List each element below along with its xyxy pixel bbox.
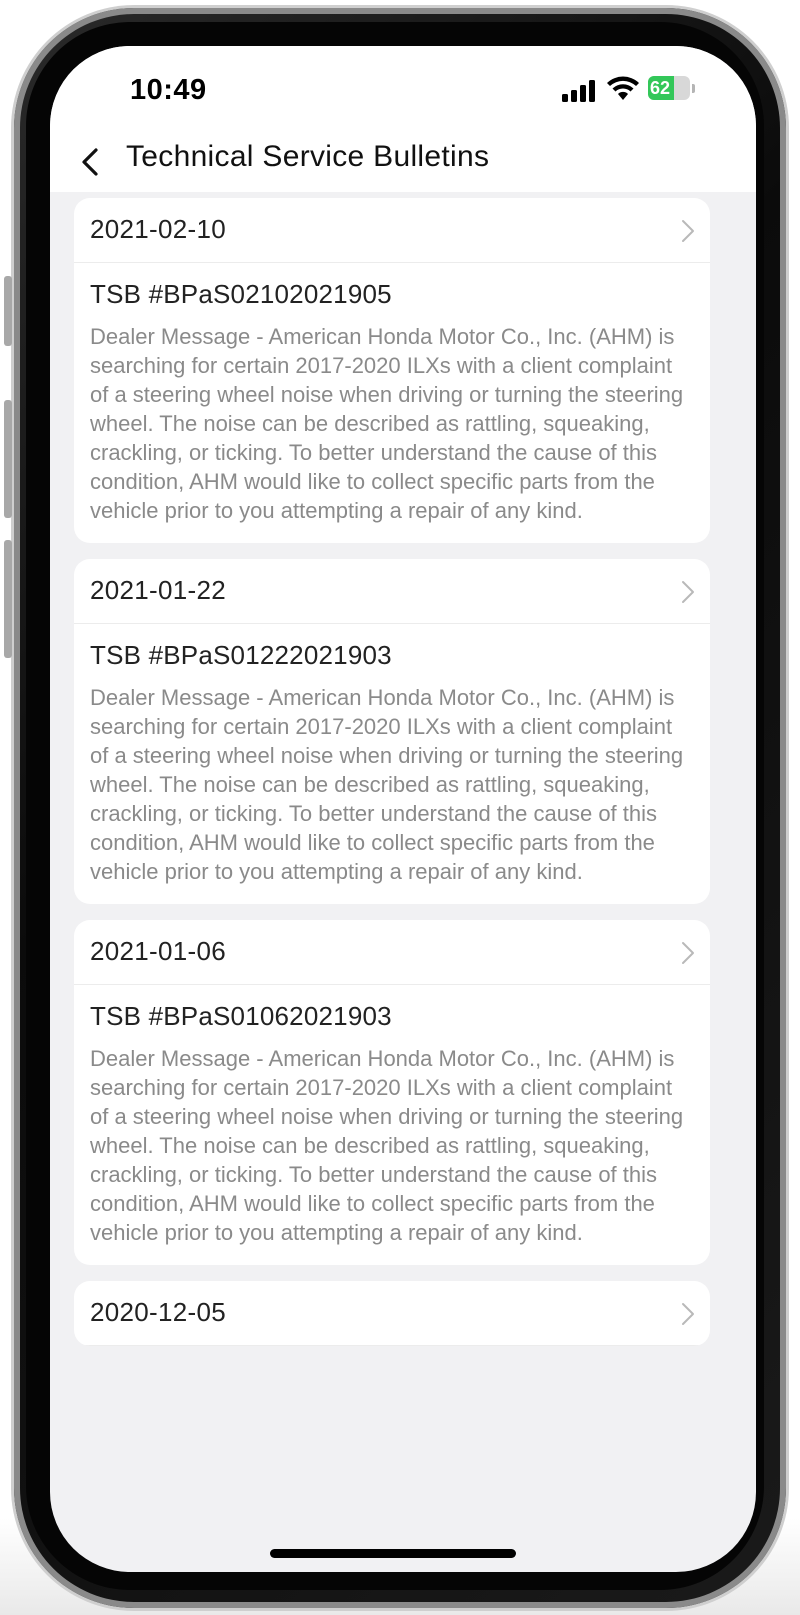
bulletin-header[interactable]: 2021-02-10 — [74, 198, 710, 263]
bulletin-card[interactable]: 2020-12-05 — [74, 1281, 710, 1346]
wifi-icon — [607, 76, 639, 100]
page: 10:49 62 Technical Service Bulletins 202… — [0, 0, 800, 1615]
battery-icon: 62 — [648, 76, 696, 102]
battery-level: 62 — [650, 78, 671, 98]
navigation-bar: Technical Service Bulletins — [50, 132, 756, 192]
bulletin-card[interactable]: 2021-01-06 TSB #BPaS01062021903 Dealer M… — [74, 920, 710, 1265]
bulletin-body: TSB #BPaS01062021903 Dealer Message - Am… — [74, 985, 710, 1265]
cellular-signal-icon — [562, 80, 600, 102]
bulletin-header[interactable]: 2020-12-05 — [74, 1281, 710, 1346]
bulletin-header[interactable]: 2021-01-06 — [74, 920, 710, 985]
bulletin-message: Dealer Message - American Honda Motor Co… — [90, 324, 684, 523]
chevron-right-icon — [682, 1303, 694, 1325]
volume-down-button — [4, 540, 12, 658]
screen: 10:49 62 Technical Service Bulletins 202… — [50, 46, 756, 1572]
bulletin-card[interactable]: 2021-01-22 TSB #BPaS01222021903 Dealer M… — [74, 559, 710, 904]
bulletin-body: TSB #BPaS02102021905 Dealer Message - Am… — [74, 263, 710, 543]
chevron-right-icon — [682, 581, 694, 603]
bulletin-tsb-number: TSB #BPaS02102021905 — [90, 279, 392, 309]
home-indicator[interactable] — [270, 1549, 516, 1558]
chevron-right-icon — [682, 942, 694, 964]
status-bar: 10:49 62 — [50, 46, 756, 132]
bulletin-tsb-number: TSB #BPaS01222021903 — [90, 640, 392, 670]
volume-up-button — [4, 400, 12, 518]
bulletin-list: 2021-02-10 TSB #BPaS02102021905 Dealer M… — [74, 198, 710, 1362]
bulletin-tsb-number: TSB #BPaS01062021903 — [90, 1001, 392, 1031]
bulletin-date: 2021-02-10 — [90, 214, 226, 244]
bulletin-body: TSB #BPaS01222021903 Dealer Message - Am… — [74, 624, 710, 904]
bulletin-header[interactable]: 2021-01-22 — [74, 559, 710, 624]
bulletin-date: 2021-01-06 — [90, 936, 226, 966]
bulletin-message: Dealer Message - American Honda Motor Co… — [90, 685, 684, 884]
bulletin-card[interactable]: 2021-02-10 TSB #BPaS02102021905 Dealer M… — [74, 198, 710, 543]
chevron-left-icon[interactable] — [76, 144, 106, 180]
bulletin-message: Dealer Message - American Honda Motor Co… — [90, 1046, 684, 1245]
chevron-right-icon — [682, 220, 694, 242]
status-time: 10:49 — [130, 74, 207, 106]
page-title: Technical Service Bulletins — [126, 140, 490, 173]
silent-switch — [4, 276, 12, 346]
bulletin-date: 2021-01-22 — [90, 575, 226, 605]
bulletin-date: 2020-12-05 — [90, 1297, 226, 1327]
